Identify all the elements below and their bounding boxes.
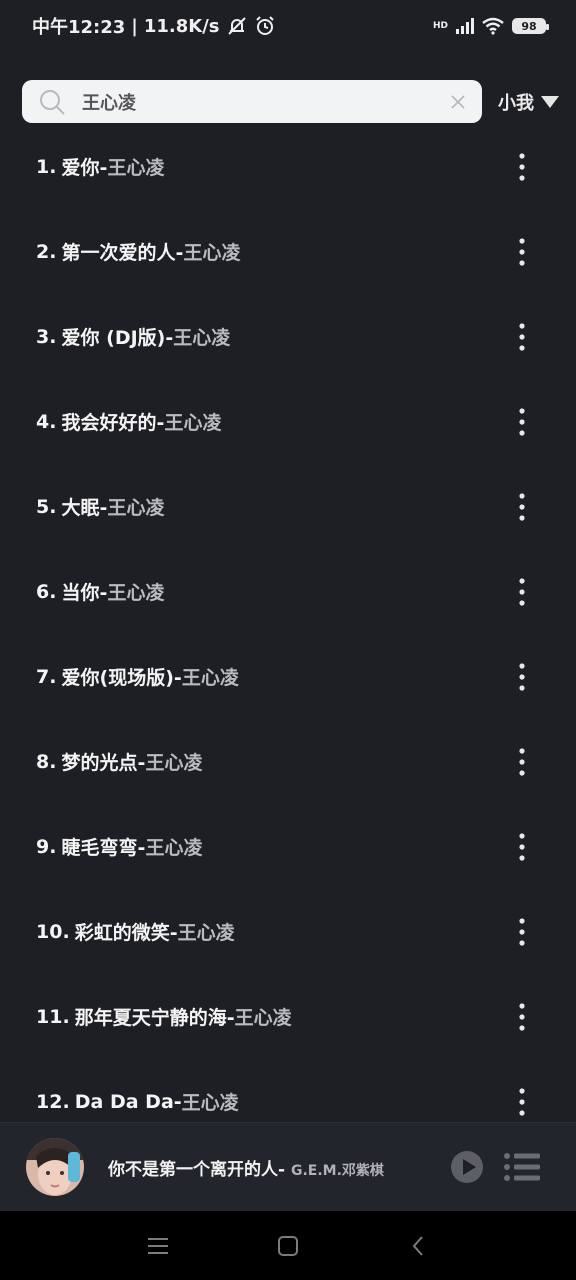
status-right: HD 98 — [432, 17, 549, 35]
song-number: 10. — [36, 920, 70, 943]
song-artist: 王心凌 — [107, 582, 165, 604]
search-box[interactable] — [22, 80, 482, 123]
wifi-icon — [482, 17, 504, 35]
more-vertical-icon[interactable] — [512, 832, 532, 862]
song-number: 12. — [36, 1090, 70, 1113]
song-item[interactable]: 8. 梦的光点- 王心凌 — [0, 719, 576, 804]
song-item[interactable]: 7. 爱你(现场版)- 王心凌 — [0, 634, 576, 719]
song-title: 彩虹的微笑- — [74, 922, 178, 944]
user-select-dropdown[interactable]: 小我 — [498, 89, 560, 115]
more-vertical-icon[interactable] — [512, 237, 532, 267]
more-vertical-icon[interactable] — [512, 577, 532, 607]
alarm-icon — [255, 16, 274, 35]
song-item[interactable]: 10. 彩虹的微笑- 王心凌 — [0, 889, 576, 974]
song-artist: 王心凌 — [107, 497, 165, 519]
battery-indicator: 98 — [512, 18, 549, 34]
now-playing-info[interactable]: 你不是第一个离开的人- G.E.M.邓紫棋 — [108, 1155, 442, 1180]
more-vertical-icon[interactable] — [512, 917, 532, 947]
play-icon[interactable] — [450, 1150, 484, 1184]
song-title: Da Da Da- — [74, 1090, 182, 1113]
hd-label: HD — [432, 20, 448, 31]
song-title: 睫毛弯弯- — [61, 837, 146, 859]
song-item[interactable]: 4. 我会好好的- 王心凌 — [0, 379, 576, 464]
song-number: 2. — [36, 240, 57, 263]
song-number: 3. — [36, 325, 57, 348]
song-item[interactable]: 11. 那年夏天宁静的海- 王心凌 — [0, 974, 576, 1059]
song-artist: 王心凌 — [181, 667, 239, 689]
menu-icon — [148, 1237, 168, 1254]
song-title: 爱你 (DJ版)- — [61, 327, 174, 349]
status-left: 中午12:23 | 11.8K/s — [32, 13, 276, 39]
song-artist: 王心凌 — [145, 752, 203, 774]
now-playing-artist: G.E.M.邓紫棋 — [290, 1162, 384, 1179]
search-row: 小我 — [22, 80, 564, 123]
album-art[interactable] — [26, 1138, 84, 1196]
now-playing-title: 你不是第一个离开的人- — [108, 1159, 291, 1180]
more-vertical-icon[interactable] — [512, 492, 532, 522]
song-number: 6. — [36, 580, 57, 603]
nav-back-button[interactable] — [353, 1211, 483, 1280]
battery-level: 98 — [521, 19, 537, 33]
song-artist: 王心凌 — [173, 327, 231, 349]
status-bar: 中午12:23 | 11.8K/s HD 98 — [0, 0, 576, 52]
song-artist: 王心凌 — [107, 157, 165, 179]
song-title: 当你- — [61, 582, 108, 604]
song-title: 爱你- — [61, 157, 108, 179]
song-artist: 王心凌 — [145, 837, 203, 859]
song-title: 梦的光点- — [61, 752, 146, 774]
song-item[interactable]: 3. 爱你 (DJ版)- 王心凌 — [0, 294, 576, 379]
song-title: 大眠- — [61, 497, 108, 519]
signal-icon — [456, 18, 474, 34]
song-title: 那年夏天宁静的海- — [74, 1007, 235, 1029]
album-art-image — [26, 1138, 84, 1196]
status-divider: | — [131, 15, 138, 37]
song-number: 7. — [36, 665, 57, 688]
song-title: 我会好好的- — [61, 412, 165, 434]
system-nav-bar — [0, 1211, 576, 1280]
playlist-icon[interactable] — [504, 1152, 540, 1182]
back-chevron-icon — [412, 1235, 423, 1256]
more-vertical-icon[interactable] — [512, 322, 532, 352]
song-artist: 王心凌 — [177, 922, 235, 944]
song-item[interactable]: 2. 第一次爱的人- 王心凌 — [0, 209, 576, 294]
triangle-down-icon — [541, 95, 559, 108]
song-number: 5. — [36, 495, 57, 518]
song-number: 1. — [36, 155, 57, 178]
search-icon[interactable] — [38, 88, 66, 116]
more-vertical-icon[interactable] — [512, 747, 532, 777]
user-select-label: 小我 — [498, 92, 534, 114]
more-vertical-icon[interactable] — [512, 1002, 532, 1032]
mini-player[interactable]: 你不是第一个离开的人- G.E.M.邓紫棋 — [0, 1122, 576, 1211]
song-number: 11. — [36, 1005, 70, 1028]
search-input[interactable] — [80, 90, 448, 113]
song-item[interactable]: 5. 大眠- 王心凌 — [0, 464, 576, 549]
status-time: 中午12:23 — [32, 17, 126, 38]
song-artist: 王心凌 — [234, 1007, 292, 1029]
song-title: 爱你(现场版)- — [61, 667, 182, 689]
nav-home-button[interactable] — [223, 1211, 353, 1280]
song-number: 8. — [36, 750, 57, 773]
more-vertical-icon[interactable] — [512, 662, 532, 692]
song-title: 第一次爱的人- — [61, 242, 184, 264]
more-vertical-icon[interactable] — [512, 1087, 532, 1117]
song-artist: 王心凌 — [181, 1092, 239, 1114]
song-artist: 王心凌 — [183, 242, 241, 264]
status-net-speed: 11.8K/s — [143, 15, 220, 37]
more-vertical-icon[interactable] — [512, 407, 532, 437]
song-artist: 王心凌 — [164, 412, 222, 434]
more-vertical-icon[interactable] — [512, 152, 532, 182]
song-item[interactable]: 9. 睫毛弯弯- 王心凌 — [0, 804, 576, 889]
song-item[interactable]: 1. 爱你- 王心凌 — [0, 124, 576, 209]
song-item[interactable]: 6. 当你- 王心凌 — [0, 549, 576, 634]
song-number: 9. — [36, 835, 57, 858]
song-number: 4. — [36, 410, 57, 433]
home-square-icon — [278, 1235, 298, 1256]
nav-menu-button[interactable] — [93, 1211, 223, 1280]
close-icon[interactable] — [448, 92, 468, 112]
song-list: 1. 爱你- 王心凌 2. 第一次爱的人- 王心凌 3. 爱你 (DJ版)- 王心凌 … — [0, 124, 576, 1144]
bell-muted-icon — [227, 17, 246, 35]
